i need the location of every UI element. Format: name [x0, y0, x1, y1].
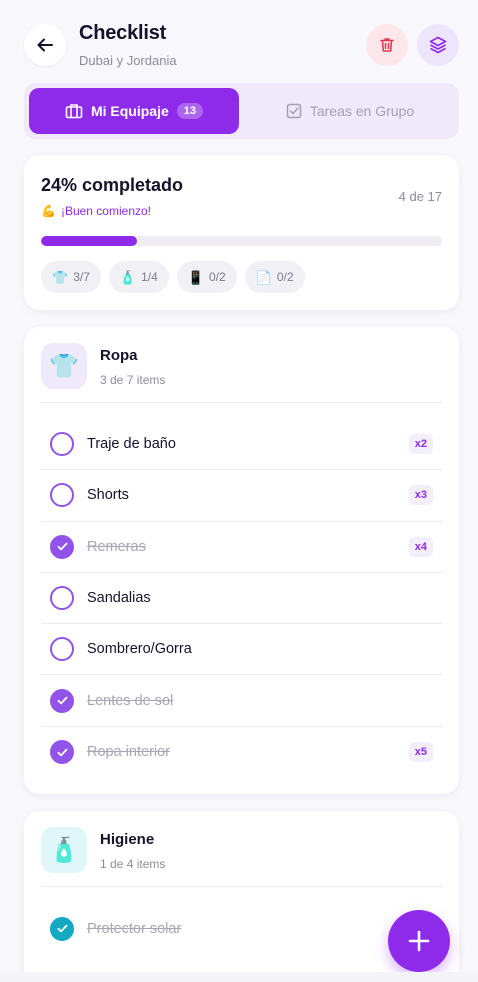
checked-checkbox[interactable]: [50, 916, 74, 941]
category-summary: 3 de 7 items: [100, 373, 166, 387]
category-header[interactable]: 🧴 Higiene 1 de 4 items: [41, 827, 442, 887]
progress-message: 💪 ¡Buen comienzo!: [41, 204, 151, 218]
chip-label: 3/7: [73, 270, 90, 284]
checklist-item[interactable]: Sandalias: [41, 573, 442, 625]
checklist-screen: Checklist Dubai y Jordania Mi Equipaje 1…: [0, 0, 478, 972]
category-chip-higiene[interactable]: 🧴 1/4: [108, 261, 169, 293]
checkmark-icon: [57, 924, 67, 933]
divider: [41, 402, 442, 403]
item-list: Traje de baño x2 Shorts x3 Remeras x4 Sandalia…: [41, 419, 442, 778]
quantity-badge: x4: [408, 536, 433, 557]
progress-card: 24% completado 4 de 17 💪 ¡Buen comienzo!…: [24, 155, 459, 310]
tab-label: Mi Equipaje: [90, 103, 169, 119]
phone-icon: 📱: [187, 269, 204, 285]
back-button[interactable]: [24, 24, 66, 66]
category-summary: 1 de 4 items: [100, 857, 166, 871]
tab-tareas-en-grupo[interactable]: Tareas en Grupo: [246, 88, 454, 134]
checkmark-icon: [57, 696, 67, 705]
progress-bar-fill: [41, 236, 138, 246]
checklist-item[interactable]: Shorts x3: [41, 470, 442, 522]
checklist-item[interactable]: Lentes de sol: [41, 675, 442, 727]
item-label: Protector solar: [87, 920, 182, 937]
add-item-button[interactable]: [388, 910, 450, 972]
item-label: Sandalias: [87, 590, 151, 607]
delete-button[interactable]: [366, 24, 408, 66]
category-chip-ropa[interactable]: 👕 3/7: [41, 261, 101, 293]
checklist-item[interactable]: Sombrero/Gorra: [41, 624, 442, 676]
checkbox-icon: [286, 103, 302, 119]
luggage-icon: [65, 104, 83, 119]
tab-bar: Mi Equipaje 13 Tareas en Grupo: [24, 83, 459, 139]
quantity-badge: x3: [408, 485, 433, 506]
lotion-bottle-icon: 🧴: [41, 827, 87, 873]
unchecked-checkbox[interactable]: [50, 586, 74, 611]
layers-icon: [429, 36, 447, 54]
quantity-badge: x2: [408, 434, 433, 455]
unchecked-checkbox[interactable]: [50, 432, 74, 457]
quantity-badge: x5: [408, 742, 433, 763]
chip-label: 1/4: [141, 270, 158, 284]
shirt-icon: 👕: [52, 269, 69, 285]
checkmark-icon: [57, 748, 67, 757]
layers-button[interactable]: [417, 24, 459, 66]
checklist-item[interactable]: Protector solar: [41, 903, 442, 954]
header: Checklist Dubai y Jordania: [24, 22, 459, 70]
item-label: Lentes de sol: [87, 692, 174, 709]
chip-label: 0/2: [276, 270, 294, 284]
category-chip-electronica[interactable]: 📱 0/2: [176, 261, 237, 293]
chip-label: 0/2: [208, 270, 226, 284]
document-icon: 📄: [255, 269, 272, 285]
progress-title: 24% completado: [41, 175, 184, 195]
plus-icon: [408, 930, 430, 952]
category-chips: 👕 3/7 🧴 1/4 📱 0/2 📄 0/2: [41, 261, 305, 293]
item-label: Remeras: [87, 538, 146, 555]
category-chip-documentos[interactable]: 📄 0/2: [244, 261, 305, 293]
checkmark-icon: [57, 542, 67, 551]
item-label: Traje de baño: [87, 436, 176, 453]
page-title: Checklist: [79, 22, 167, 44]
trip-name: Dubai y Jordania: [79, 53, 177, 68]
checked-checkbox[interactable]: [50, 534, 74, 559]
progress-count: 4 de 17: [398, 189, 442, 204]
progress-message-text: ¡Buen comienzo!: [60, 204, 151, 218]
arrow-left-icon: [37, 38, 53, 52]
checklist-item[interactable]: Traje de baño x2: [41, 419, 442, 471]
tab-label: Tareas en Grupo: [309, 103, 415, 119]
item-label: Ropa interior: [87, 744, 171, 761]
checked-checkbox[interactable]: [50, 688, 74, 713]
lotion-bottle-icon: 🧴: [119, 269, 137, 285]
item-list: Protector solar: [41, 903, 442, 954]
trash-icon: [380, 38, 394, 52]
checklist-item[interactable]: Remeras x4: [41, 522, 442, 573]
category-card-ropa: 👕 Ropa 3 de 7 items Traje de baño x2 Short…: [24, 327, 459, 794]
divider: [41, 886, 442, 887]
category-name: Higiene: [100, 831, 155, 848]
unchecked-checkbox[interactable]: [50, 637, 74, 662]
item-count-badge: 13: [176, 103, 204, 119]
shirt-icon: 👕: [41, 343, 87, 389]
item-label: Sombrero/Gorra: [87, 641, 192, 658]
tab-mi-equipaje[interactable]: Mi Equipaje 13: [29, 88, 239, 134]
checklist-item[interactable]: Ropa interior x5: [41, 727, 442, 778]
unchecked-checkbox[interactable]: [50, 483, 74, 508]
category-header[interactable]: 👕 Ropa 3 de 7 items: [41, 343, 442, 403]
checked-checkbox[interactable]: [50, 740, 74, 765]
progress-bar: [41, 236, 442, 246]
category-name: Ropa: [100, 347, 138, 364]
item-label: Shorts: [87, 487, 129, 504]
flexed-biceps-icon: 💪: [41, 204, 56, 218]
